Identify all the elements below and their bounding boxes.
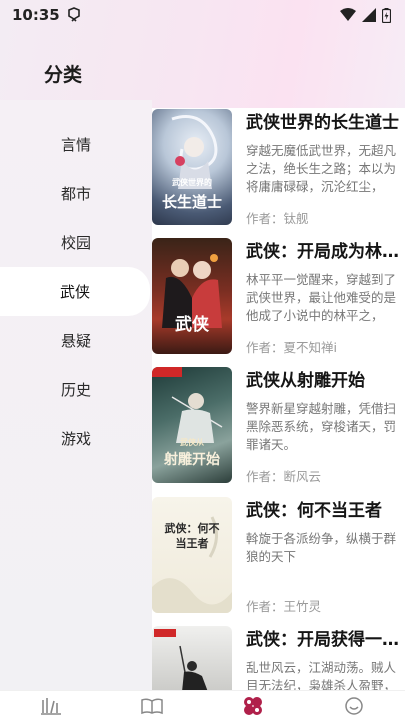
book-description: 穿越无魔低武世界，无超凡之法，绝长生之路；本以为将庸庸碌碌，沉沦红尘， — [246, 143, 397, 194]
book-cover: 武侠从 射雕开始 — [152, 367, 232, 483]
category-label: 言情 — [60, 136, 91, 154]
book-author: 作者：断风云 — [246, 469, 322, 484]
book-item[interactable]: 武侠从 射雕开始 武侠从射雕开始 警界新星穿越射雕，凭借扫黑除恶系统，穿梭诸天，… — [152, 367, 405, 487]
cover-art — [152, 516, 232, 613]
profile-icon — [345, 696, 364, 715]
status-time: 10:35 — [12, 6, 60, 24]
category-item-game[interactable]: 游戏 — [0, 414, 152, 463]
category-item-history[interactable]: 历史 — [0, 365, 152, 414]
book-author: 作者：钛舰 — [246, 211, 309, 226]
cover-title: 射雕开始 — [164, 452, 220, 468]
cover-subtitle: 武侠从 — [180, 437, 204, 447]
category-list: 言情 都市 校园 武侠 悬疑 历史 游戏 — [0, 120, 152, 463]
book-author: 作者：夏不知禅i — [246, 340, 337, 355]
book-info: 武侠：何不当王者 斡旋于各派纷争，纵横于群狼的天下 作者：王竹灵 — [246, 497, 404, 617]
cover-title: 武侠：何不当王者 — [164, 522, 220, 550]
book-cover — [152, 626, 232, 690]
category-item-wuxia[interactable]: 武侠 — [0, 267, 150, 316]
wifi-icon — [340, 8, 356, 21]
category-icon — [244, 696, 263, 715]
book-info: 武侠：开局获得一身内力 乱世风云，江湖动荡。贼人目无法纪，枭雄杀人盈野， — [246, 626, 404, 690]
bookshelf-icon — [40, 697, 61, 715]
book-cover: 武侠 — [152, 238, 232, 354]
book-description: 乱世风云，江湖动荡。贼人目无法纪，枭雄杀人盈野， — [246, 660, 397, 690]
status-bar: 10:35 — [0, 0, 405, 30]
app-notification-icon — [67, 7, 80, 22]
battery-icon — [382, 7, 391, 23]
book-title: 武侠：何不当王者 — [246, 501, 382, 521]
book-item[interactable]: 武侠世界的 长生道士 武侠世界的长生道士 穿越无魔低武世界，无超凡之法，绝长生之… — [152, 109, 405, 229]
book-item[interactable]: 武侠 武侠：开局成为林平之 林平平一觉醒来，穿越到了武侠世界，最让他难受的是他成… — [152, 238, 405, 358]
tab-category[interactable] — [203, 691, 304, 720]
cover-title: 武侠 — [175, 315, 209, 335]
category-label: 武侠 — [59, 283, 90, 301]
book-info: 武侠从射雕开始 警界新星穿越射雕，凭借扫黑除恶系统，穿梭诸天，罚罪诸天。 作者：… — [246, 367, 404, 487]
category-item-romance[interactable]: 言情 — [0, 120, 152, 169]
book-item[interactable]: 武侠：开局获得一身内力 乱世风云，江湖动荡。贼人目无法纪，枭雄杀人盈野， — [152, 626, 405, 690]
tab-bookshelf[interactable] — [0, 691, 101, 720]
cover-subtitle: 武侠世界的 — [172, 177, 212, 187]
book-open-icon — [141, 697, 163, 714]
category-label: 都市 — [60, 185, 91, 203]
category-item-suspense[interactable]: 悬疑 — [0, 316, 152, 365]
book-description: 警界新星穿越射雕，凭借扫黑除恶系统，穿梭诸天，罚罪诸天。 — [246, 401, 397, 452]
category-label: 悬疑 — [60, 332, 91, 350]
category-label: 校园 — [60, 234, 91, 252]
signal-icon — [362, 8, 376, 22]
page-title: 分类 — [44, 64, 83, 86]
book-title: 武侠：开局成为林平之 — [246, 242, 404, 262]
book-list[interactable]: 武侠世界的 长生道士 武侠世界的长生道士 穿越无魔低武世界，无超凡之法，绝长生之… — [152, 108, 405, 690]
book-title: 武侠：开局获得一身内力 — [246, 630, 404, 650]
category-item-campus[interactable]: 校园 — [0, 218, 152, 267]
book-cover: 武侠世界的 长生道士 — [152, 109, 232, 225]
category-label: 历史 — [60, 381, 91, 399]
cover-art — [154, 629, 208, 690]
book-description: 林平平一觉醒来，穿越到了武侠世界，最让他难受的是他成了小说中的林平之， — [246, 272, 397, 323]
cover-art — [162, 254, 222, 328]
cover-title: 长生道士 — [161, 193, 222, 211]
book-title: 武侠从射雕开始 — [246, 371, 365, 391]
book-cover: 武侠：何不当王者 — [152, 497, 232, 613]
book-item[interactable]: 武侠：何不当王者 武侠：何不当王者 斡旋于各派纷争，纵横于群狼的天下 作者：王竹… — [152, 497, 405, 617]
category-item-urban[interactable]: 都市 — [0, 169, 152, 218]
book-author: 作者：王竹灵 — [246, 599, 322, 614]
book-description: 斡旋于各派纷争，纵横于群狼的天下 — [246, 531, 397, 564]
category-label: 游戏 — [60, 430, 91, 448]
book-info: 武侠世界的长生道士 穿越无魔低武世界，无超凡之法，绝长生之路；本以为将庸庸碌碌，… — [246, 109, 404, 229]
tab-reading[interactable] — [101, 691, 202, 720]
bottom-tab-bar — [0, 690, 405, 720]
book-title: 武侠世界的长生道士 — [246, 113, 399, 133]
book-info: 武侠：开局成为林平之 林平平一觉醒来，穿越到了武侠世界，最让他难受的是他成了小说… — [246, 238, 404, 358]
tab-profile[interactable] — [304, 691, 405, 720]
